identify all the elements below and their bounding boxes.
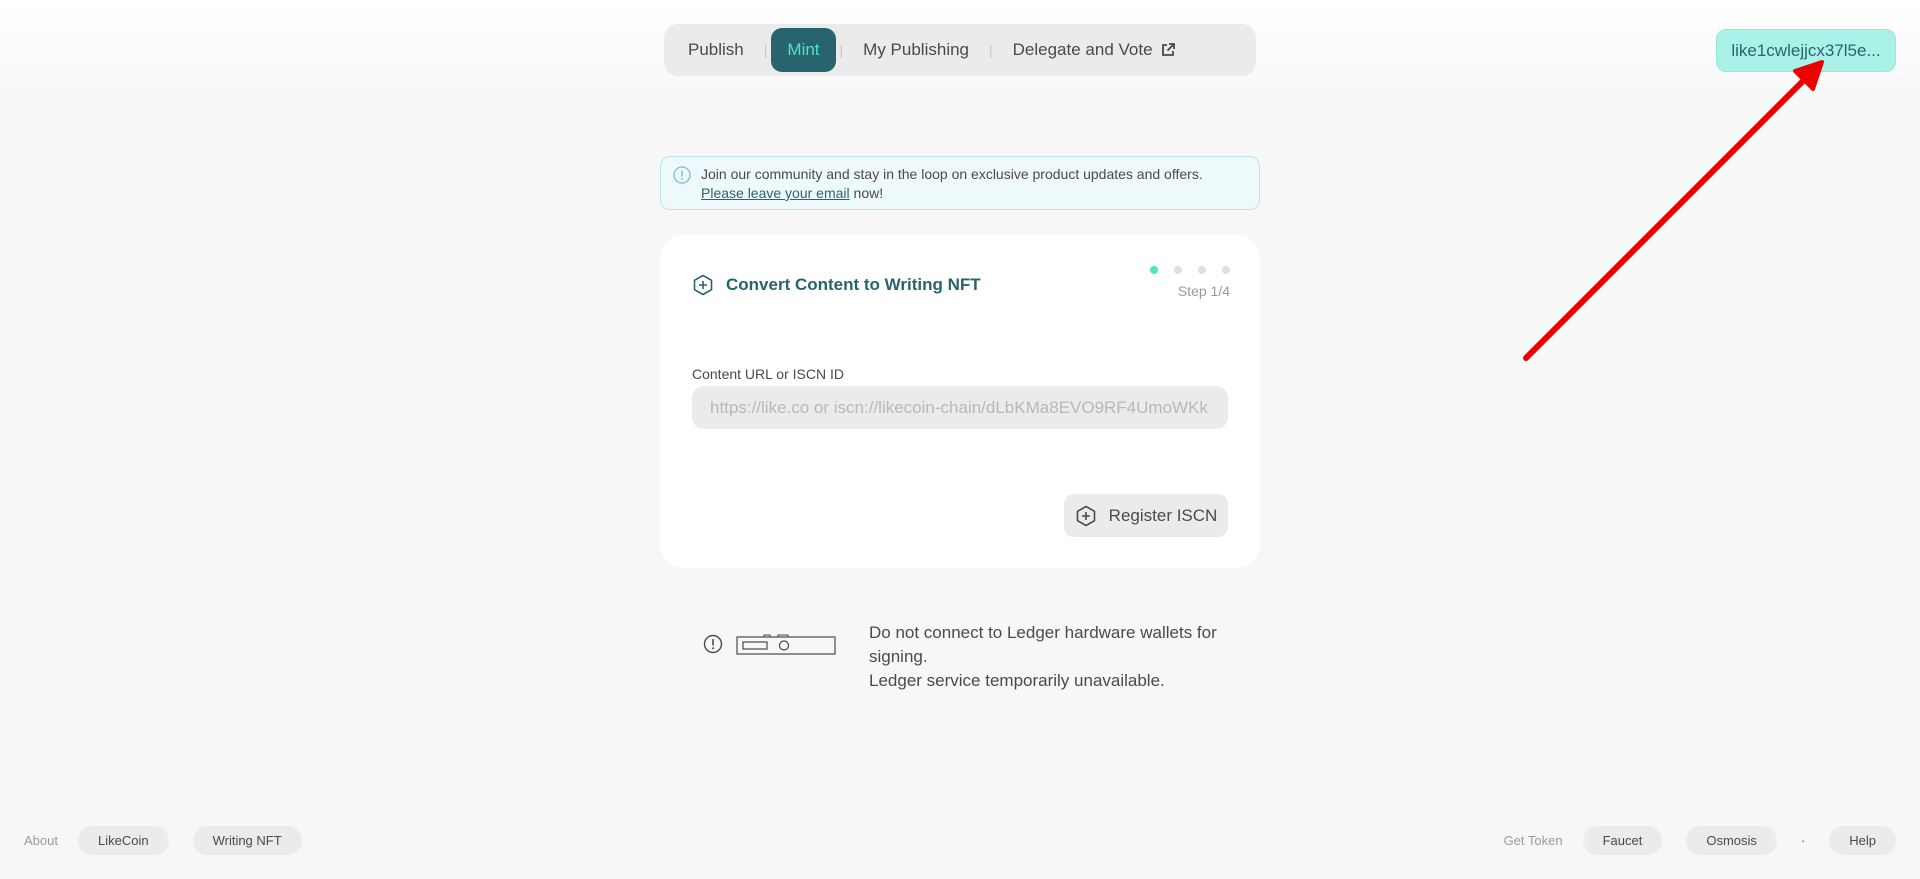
hexagon-plus-icon: [693, 274, 713, 296]
external-link-icon: [1161, 43, 1175, 56]
nav-separator: |: [763, 42, 768, 58]
footer-about-label: About: [24, 833, 58, 848]
hexagon-plus-icon: [1076, 505, 1095, 526]
card-title-text: Convert Content to Writing NFT: [726, 275, 981, 294]
tab-my-publishing[interactable]: My Publishing: [847, 28, 985, 72]
footer-link-osmosis[interactable]: Osmosis: [1686, 826, 1777, 855]
footer-link-faucet[interactable]: Faucet: [1582, 826, 1663, 855]
nav-separator: |: [839, 42, 844, 58]
content-url-label: Content URL or ISCN ID: [692, 366, 844, 382]
notice-text: Join our community and stay in the loop …: [701, 166, 1203, 182]
footer-left: About LikeCoin Writing NFT: [24, 826, 302, 855]
tab-publish[interactable]: Publish: [672, 28, 760, 72]
ledger-warning-line1: Do not connect to Ledger hardware wallet…: [869, 623, 1217, 666]
step-indicator: Step 1/4: [1177, 283, 1230, 299]
tab-delegate-and-vote[interactable]: Delegate and Vote: [997, 28, 1191, 72]
footer-link-help[interactable]: Help: [1829, 826, 1896, 855]
step-dot: [1222, 266, 1230, 274]
community-notice: Join our community and stay in the loop …: [660, 156, 1260, 210]
tab-delegate-label: Delegate and Vote: [1012, 40, 1153, 59]
footer-right: Get Token Faucet Osmosis · Help: [1504, 826, 1896, 855]
main-nav: Publish | Mint | My Publishing | Delegat…: [664, 24, 1256, 76]
footer-link-writing-nft[interactable]: Writing NFT: [192, 826, 302, 855]
footer-get-token-label: Get Token: [1503, 833, 1563, 848]
step-dots: [1150, 266, 1230, 274]
step-dot: [1198, 266, 1206, 274]
wallet-address-button[interactable]: like1cwlejjcx37l5e...: [1716, 29, 1896, 72]
warning-icon: [703, 634, 723, 654]
ledger-warning: Do not connect to Ledger hardware wallet…: [869, 621, 1249, 693]
ledger-warning-line2: Ledger service temporarily unavailable.: [869, 671, 1165, 690]
footer-link-likecoin[interactable]: LikeCoin: [77, 826, 169, 855]
card-title: Convert Content to Writing NFT: [692, 274, 981, 296]
nav-separator: |: [989, 42, 993, 58]
notice-suffix: now!: [849, 185, 884, 201]
step-dot-active: [1150, 266, 1158, 274]
content-url-input[interactable]: [692, 386, 1228, 429]
footer-dot: ·: [1800, 833, 1806, 848]
tab-mint[interactable]: Mint: [771, 28, 836, 72]
info-icon: [673, 166, 691, 184]
register-iscn-button[interactable]: Register ISCN: [1064, 494, 1228, 537]
ledger-device-icon: [736, 634, 836, 655]
leave-email-link[interactable]: Please leave your email: [701, 185, 850, 201]
register-iscn-label: Register ISCN: [1108, 505, 1218, 525]
step-dot: [1174, 266, 1182, 274]
mint-card: Convert Content to Writing NFT Step 1/4 …: [660, 235, 1260, 568]
